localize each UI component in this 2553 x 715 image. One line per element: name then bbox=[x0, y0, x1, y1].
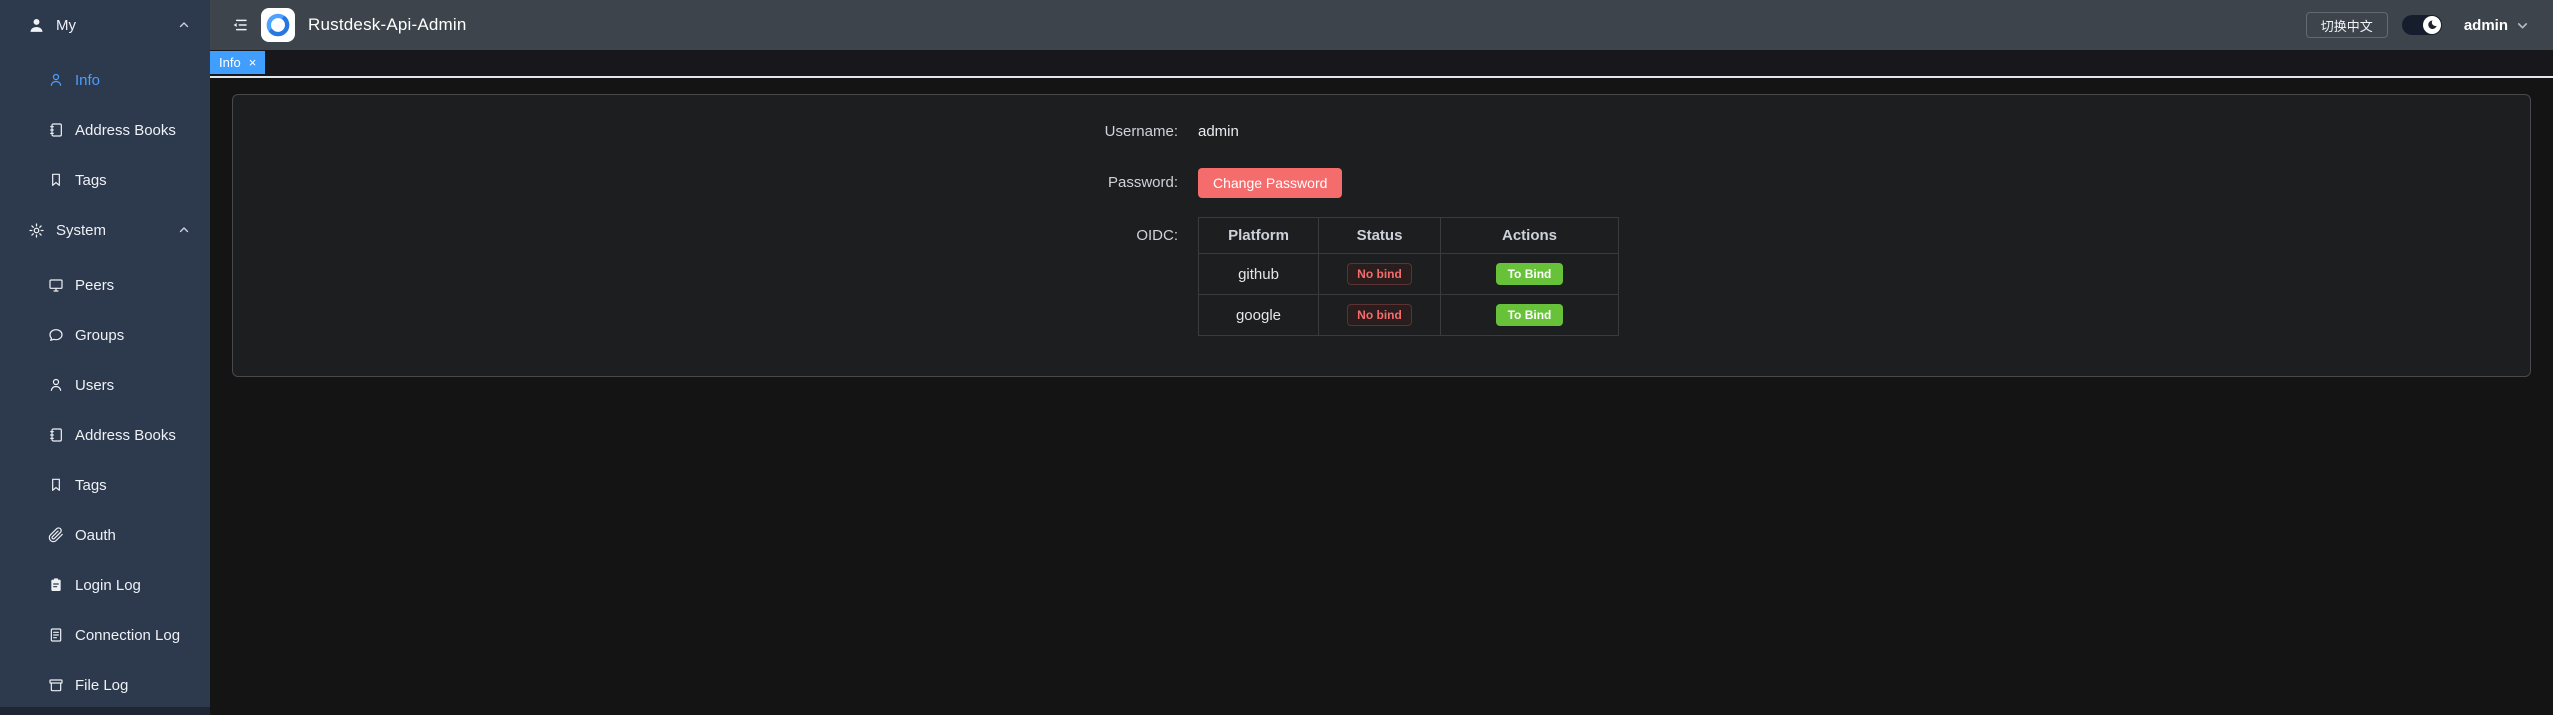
sidebar-item-peers[interactable]: Peers bbox=[0, 260, 210, 310]
oidc-label: OIDC: bbox=[233, 217, 1178, 336]
sidebar-item-label: My bbox=[56, 17, 76, 34]
to-bind-button[interactable]: To Bind bbox=[1496, 304, 1564, 326]
sidebar-item-tags-2[interactable]: Tags bbox=[0, 460, 210, 510]
sidebar-item-connection-log[interactable]: Connection Log bbox=[0, 610, 210, 660]
sidebar-submenu-my: Info Address Books Tags bbox=[0, 50, 210, 205]
username-label: Username: bbox=[233, 117, 1178, 147]
sidebar-item-label: Groups bbox=[75, 327, 124, 344]
sidebar-item-address-books[interactable]: Address Books bbox=[0, 105, 210, 155]
moon-icon bbox=[2426, 19, 2438, 31]
chevron-up-icon bbox=[178, 224, 190, 236]
paperclip-icon bbox=[48, 527, 64, 543]
sidebar-item-tags[interactable]: Tags bbox=[0, 155, 210, 205]
top-navbar: Rustdesk-Api-Admin 切换中文 admin bbox=[210, 0, 2553, 50]
chat-bubble-icon bbox=[48, 327, 64, 343]
notebook-icon bbox=[48, 122, 64, 138]
sidebar-bottom-shadow bbox=[0, 707, 210, 715]
gear-icon bbox=[28, 222, 45, 239]
monitor-icon bbox=[48, 277, 64, 293]
sidebar-item-address-books-2[interactable]: Address Books bbox=[0, 410, 210, 460]
oidc-row: OIDC: Platform Status Actions github bbox=[233, 217, 2530, 336]
language-switch-button[interactable]: 切换中文 bbox=[2306, 12, 2388, 38]
tab-info[interactable]: Info × bbox=[210, 51, 265, 74]
theme-toggle-knob bbox=[2423, 16, 2441, 34]
sidebar-item-label: Oauth bbox=[75, 527, 116, 544]
status-badge: No bind bbox=[1347, 263, 1412, 285]
sidebar-group-system[interactable]: System bbox=[0, 205, 210, 255]
tab-label: Info bbox=[219, 55, 241, 70]
sidebar-item-label: Users bbox=[75, 377, 114, 394]
status-badge: No bind bbox=[1347, 304, 1412, 326]
sidebar-item-label: Address Books bbox=[75, 122, 176, 139]
sidebar-item-label: Info bbox=[75, 72, 100, 89]
table-row: google No bind To Bind bbox=[1199, 295, 1619, 336]
tabs-bar: Info × bbox=[210, 50, 2553, 76]
sidebar-item-label: System bbox=[56, 222, 106, 239]
sidebar-item-label: Tags bbox=[75, 172, 107, 189]
user-dropdown[interactable]: admin bbox=[2464, 17, 2529, 34]
chevron-down-icon bbox=[2516, 19, 2529, 32]
sidebar-item-label: Tags bbox=[75, 477, 107, 494]
clipboard-icon bbox=[48, 577, 64, 593]
profile-card: Username: admin Password: Change Passwor… bbox=[232, 94, 2531, 377]
sidebar-item-label: File Log bbox=[75, 677, 128, 694]
oidc-table: Platform Status Actions github No bind bbox=[1198, 217, 1619, 336]
main-content: Username: admin Password: Change Passwor… bbox=[210, 78, 2553, 715]
sidebar-item-label: Peers bbox=[75, 277, 114, 294]
bookmark-icon bbox=[48, 172, 64, 188]
chevron-up-icon bbox=[178, 19, 190, 31]
sidebar-item-label: Address Books bbox=[75, 427, 176, 444]
oidc-header-actions: Actions bbox=[1441, 218, 1619, 254]
tab-close-icon[interactable]: × bbox=[249, 56, 257, 69]
sidebar-submenu-system: Peers Groups Users Address Books Tags bbox=[0, 255, 210, 710]
notebook-icon bbox=[48, 427, 64, 443]
sidebar-item-groups[interactable]: Groups bbox=[0, 310, 210, 360]
user-icon bbox=[48, 377, 64, 393]
fold-icon[interactable] bbox=[232, 17, 248, 33]
user-icon bbox=[48, 72, 64, 88]
username-value: admin bbox=[1198, 117, 1239, 147]
sidebar-item-info[interactable]: Info bbox=[0, 55, 210, 105]
sidebar-item-file-log[interactable]: File Log bbox=[0, 660, 210, 710]
theme-toggle[interactable] bbox=[2402, 15, 2442, 35]
sidebar-item-oauth[interactable]: Oauth bbox=[0, 510, 210, 560]
change-password-button[interactable]: Change Password bbox=[1198, 168, 1342, 198]
username-row: Username: admin bbox=[233, 117, 2530, 147]
app-title: Rustdesk-Api-Admin bbox=[308, 15, 467, 35]
document-icon bbox=[48, 627, 64, 643]
password-label: Password: bbox=[233, 168, 1178, 198]
table-row: github No bind To Bind bbox=[1199, 254, 1619, 295]
sidebar-item-login-log[interactable]: Login Log bbox=[0, 560, 210, 610]
header-actions: 切换中文 admin bbox=[2306, 12, 2529, 38]
rustdesk-logo bbox=[261, 8, 295, 42]
sidebar-item-label: Connection Log bbox=[75, 627, 180, 644]
user-filled-icon bbox=[28, 17, 45, 34]
user-name: admin bbox=[2464, 17, 2508, 34]
oidc-header-status: Status bbox=[1319, 218, 1441, 254]
bookmark-icon bbox=[48, 477, 64, 493]
sidebar-group-my[interactable]: My bbox=[0, 0, 210, 50]
sidebar-item-label: Login Log bbox=[75, 577, 141, 594]
sidebar: My Info Address Books Tags bbox=[0, 0, 210, 715]
oidc-header-platform: Platform bbox=[1199, 218, 1319, 254]
password-row: Password: Change Password bbox=[233, 168, 2530, 198]
to-bind-button[interactable]: To Bind bbox=[1496, 263, 1564, 285]
sidebar-item-users[interactable]: Users bbox=[0, 360, 210, 410]
archive-box-icon bbox=[48, 677, 64, 693]
oidc-platform: google bbox=[1199, 295, 1319, 336]
oidc-platform: github bbox=[1199, 254, 1319, 295]
